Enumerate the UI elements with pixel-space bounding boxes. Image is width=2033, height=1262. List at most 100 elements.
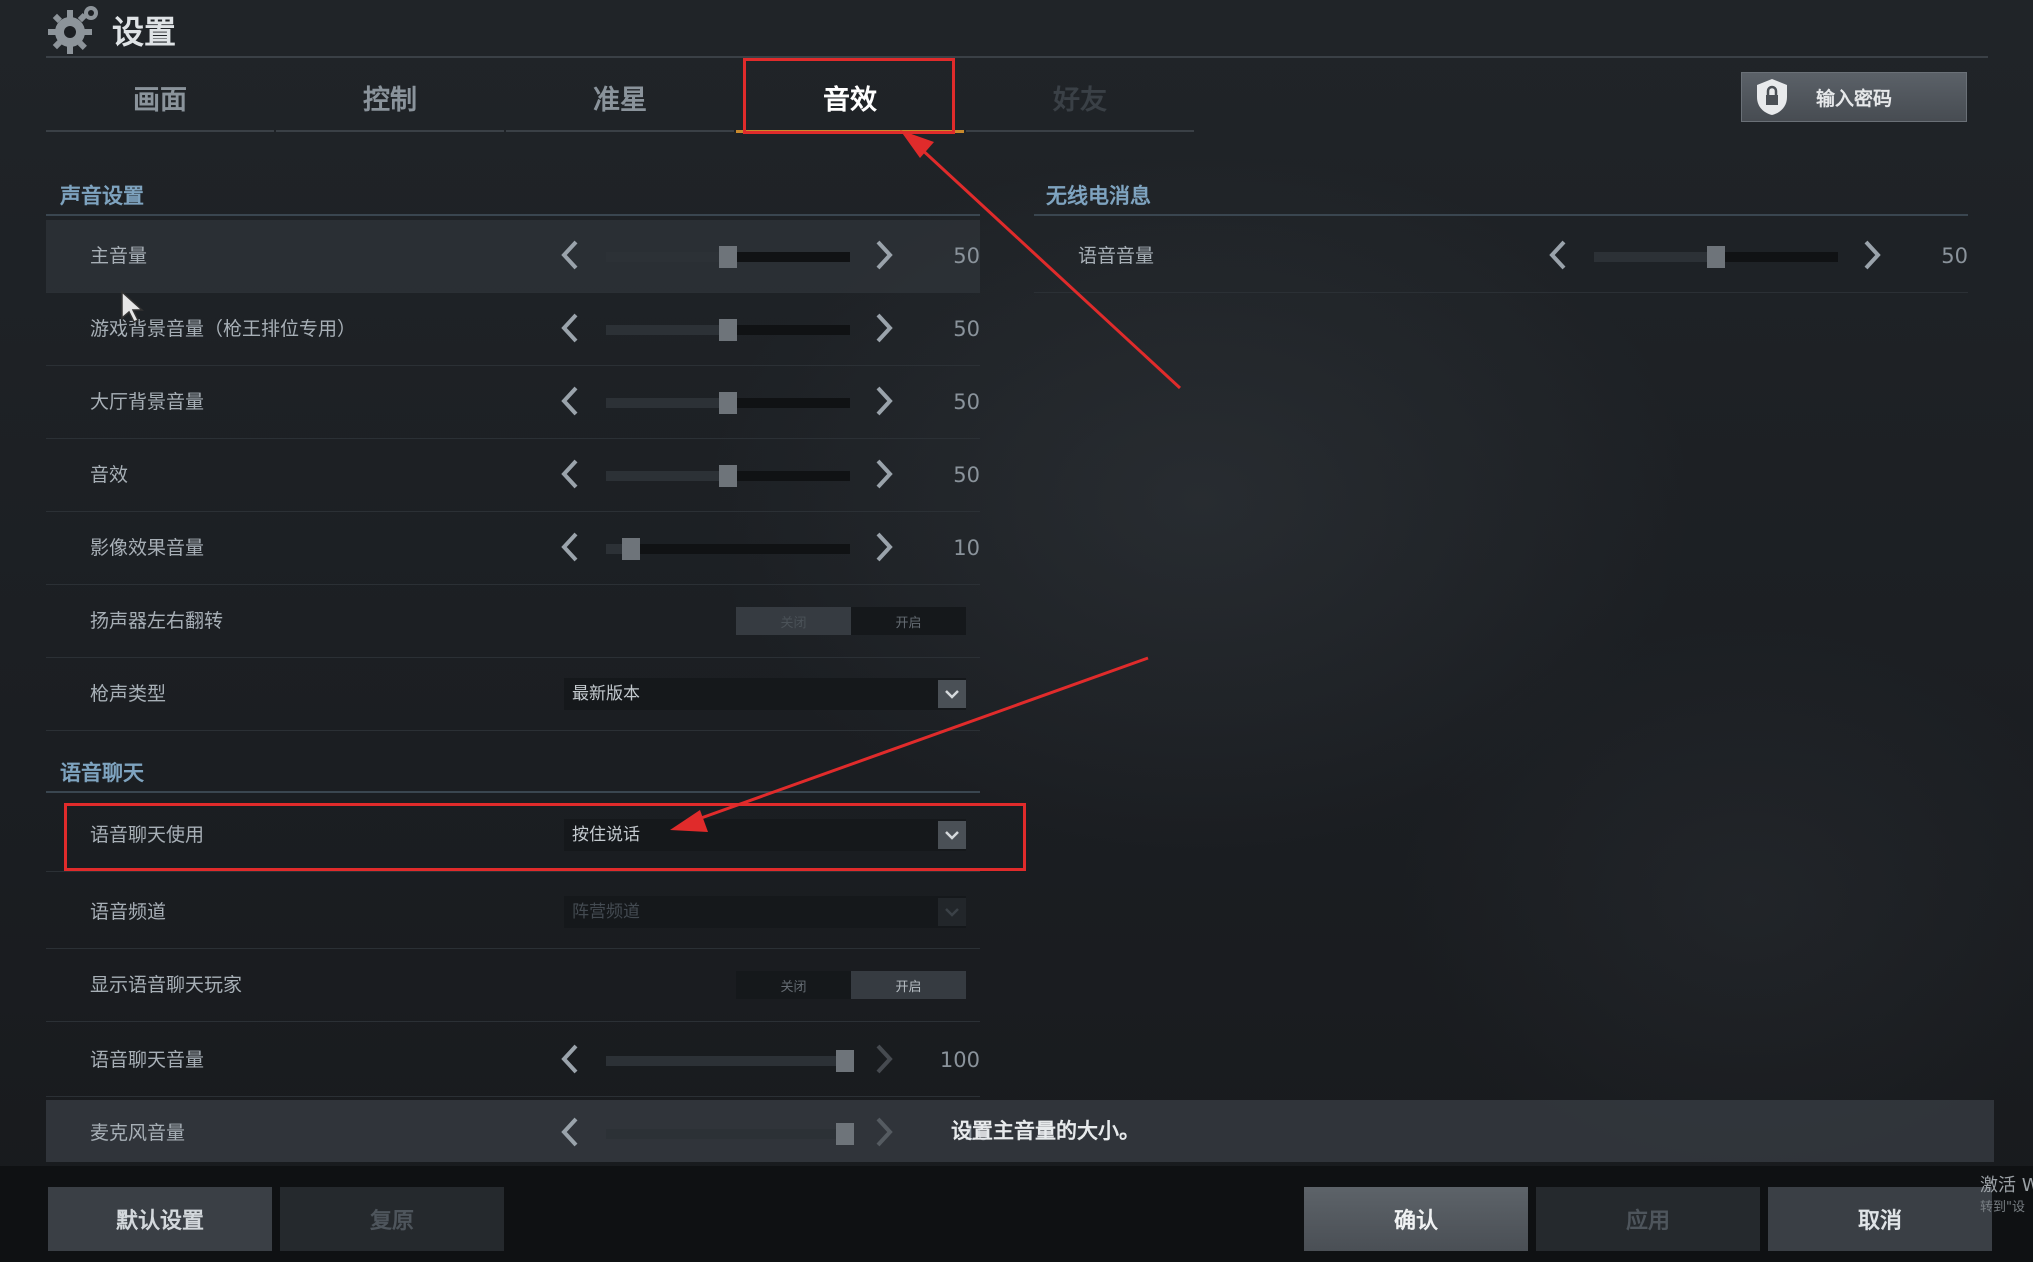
volume-slider[interactable] — [606, 1123, 854, 1145]
section-divider-sound — [46, 214, 980, 216]
volume-slider[interactable] — [606, 246, 850, 268]
slider-thumb[interactable] — [719, 392, 737, 414]
slider-thumb[interactable] — [836, 1050, 854, 1072]
setting-row-gun-sound: 枪声类型 最新版本 — [46, 658, 980, 731]
setting-row-lobby-bg-volume: 大厅背景音量 50 — [46, 366, 980, 439]
volume-slider[interactable] — [606, 319, 850, 341]
setting-row-voice-channel: 语音频道 阵营频道 — [46, 876, 980, 949]
setting-label: 语音频道 — [90, 901, 167, 923]
toggle-on-option[interactable]: 开启 — [851, 971, 966, 999]
slider-thumb[interactable] — [836, 1123, 854, 1145]
chevron-left-icon[interactable] — [556, 311, 586, 345]
confirm-button[interactable]: 确认 — [1304, 1187, 1528, 1251]
setting-label: 语音聊天音量 — [90, 1049, 205, 1071]
apply-button[interactable]: 应用 — [1536, 1187, 1760, 1251]
volume-slider[interactable] — [606, 538, 850, 560]
setting-row-voice-volume: 语音聊天音量 100 — [46, 1024, 980, 1097]
volume-slider[interactable] — [606, 465, 850, 487]
show-voice-players-toggle[interactable]: 关闭 开启 — [736, 971, 966, 999]
slider-thumb[interactable] — [1707, 246, 1725, 268]
dropdown-value: 阵营频道 — [572, 902, 640, 922]
slider-fill — [606, 325, 728, 335]
cancel-button[interactable]: 取消 — [1768, 1187, 1992, 1251]
slider-thumb[interactable] — [719, 319, 737, 341]
chevron-right-icon[interactable] — [868, 530, 898, 564]
setting-label: 麦克风音量 — [90, 1122, 186, 1144]
default-settings-button[interactable]: 默认设置 — [48, 1187, 272, 1251]
chevron-left-icon[interactable] — [556, 384, 586, 418]
lock-shield-icon — [1757, 79, 1787, 115]
header-divider — [46, 56, 1988, 58]
section-title-voice-chat: 语音聊天 — [60, 761, 144, 785]
section-divider-voice-chat — [46, 791, 980, 793]
setting-row-sfx-volume: 音效 50 — [46, 439, 980, 512]
tooltip-text: 设置主音量的大小。 — [951, 1119, 1140, 1143]
enter-password-label: 输入密码 — [1816, 87, 1893, 110]
toggle-off-option[interactable]: 关闭 — [736, 971, 851, 999]
setting-label: 语音音量 — [1078, 245, 1155, 267]
chevron-left-icon[interactable] — [556, 530, 586, 564]
watermark-line1: 激活 W — [1980, 1175, 2033, 1196]
setting-label: 显示语音聊天玩家 — [90, 974, 243, 996]
volume-slider[interactable] — [606, 392, 850, 414]
chevron-down-icon[interactable] — [938, 680, 966, 708]
setting-row-speaker-flip: 扬声器左右翻转 关闭 开启 — [46, 585, 980, 658]
setting-label: 枪声类型 — [90, 683, 167, 705]
setting-label: 主音量 — [90, 245, 148, 267]
setting-row-video-volume: 影像效果音量 10 — [46, 512, 980, 585]
chevron-left-icon[interactable] — [556, 1115, 586, 1149]
chevron-left-icon[interactable] — [556, 457, 586, 491]
enter-password-button[interactable]: 输入密码 — [1741, 72, 1967, 122]
tab-graphics[interactable]: 画面 — [46, 64, 274, 132]
setting-row-radio-voice-volume: 语音音量 50 — [1034, 220, 1968, 293]
setting-row-game-bg-volume: 游戏背景音量（枪王排位专用） 50 — [46, 293, 980, 366]
voice-channel-dropdown: 阵营频道 — [564, 896, 966, 928]
chevron-right-icon[interactable] — [1856, 238, 1886, 272]
slider-fill — [606, 1056, 850, 1066]
chevron-right-icon[interactable] — [868, 238, 898, 272]
section-title-sound: 声音设置 — [60, 184, 144, 208]
voice-usage-annotation-box — [64, 803, 1026, 871]
setting-label: 影像效果音量 — [90, 537, 205, 559]
gun-sound-dropdown[interactable]: 最新版本 — [564, 678, 966, 710]
setting-value: 50 — [1941, 244, 1968, 268]
setting-row-show-voice-players: 显示语音聊天玩家 关闭 开启 — [46, 949, 980, 1022]
toggle-off-option[interactable]: 关闭 — [736, 607, 851, 635]
volume-slider[interactable] — [1594, 246, 1838, 268]
setting-value: 50 — [953, 463, 980, 487]
chevron-left-icon[interactable] — [556, 238, 586, 272]
page-title: 设置 — [112, 13, 177, 51]
section-title-radio: 无线电消息 — [1046, 184, 1151, 208]
tab-controls[interactable]: 控制 — [276, 64, 504, 132]
slider-thumb[interactable] — [719, 465, 737, 487]
setting-value: 50 — [953, 390, 980, 414]
setting-row-master-volume: 主音量 50 — [46, 220, 980, 293]
tab-bar: 画面 控制 准星 音效 好友 — [46, 64, 1196, 133]
chevron-right-icon[interactable] — [868, 311, 898, 345]
slider-thumb[interactable] — [719, 246, 737, 268]
setting-value: 50 — [953, 244, 980, 268]
chevron-left-icon[interactable] — [1544, 238, 1574, 272]
watermark-line2: 转到"设 — [1980, 1200, 2025, 1215]
chevron-right-icon[interactable] — [868, 457, 898, 491]
mouse-cursor-icon — [121, 290, 144, 324]
chevron-right-icon[interactable] — [868, 1042, 898, 1076]
slider-thumb[interactable] — [622, 538, 640, 560]
slider-fill — [606, 471, 728, 481]
setting-label: 音效 — [90, 464, 129, 486]
toggle-on-option[interactable]: 开启 — [851, 607, 966, 635]
setting-label: 扬声器左右翻转 — [90, 610, 224, 632]
activation-watermark: 激活 W 转到"设 — [1980, 1175, 2033, 1219]
speaker-flip-toggle[interactable]: 关闭 开启 — [736, 607, 966, 635]
tab-crosshair[interactable]: 准星 — [506, 64, 734, 132]
tab-friends[interactable]: 好友 — [966, 64, 1194, 132]
slider-fill — [1594, 252, 1716, 262]
volume-slider[interactable] — [606, 1050, 854, 1072]
audio-tab-annotation-box — [743, 58, 955, 134]
section-divider-radio — [1034, 214, 1968, 216]
chevron-right-icon[interactable] — [868, 1115, 898, 1149]
restore-button[interactable]: 复原 — [280, 1187, 504, 1251]
slider-fill — [606, 1129, 850, 1139]
chevron-right-icon[interactable] — [868, 384, 898, 418]
chevron-left-icon[interactable] — [556, 1042, 586, 1076]
